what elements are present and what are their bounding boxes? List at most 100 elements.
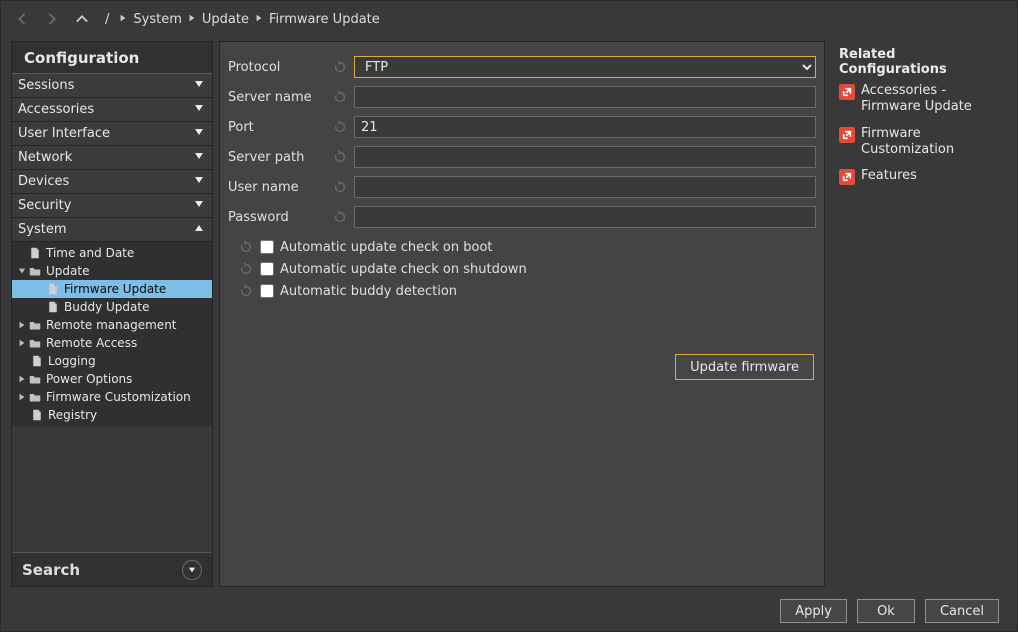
tree-power-options[interactable]: Power Options (12, 370, 212, 388)
system-tree: Time and Date Update Firmware Update Bud… (12, 242, 212, 426)
sidebar-cat-sessions[interactable]: Sessions (12, 74, 212, 98)
auto-update-boot-label: Automatic update check on boot (280, 240, 493, 255)
cat-label: Security (18, 198, 71, 213)
server-path-input[interactable] (354, 146, 816, 168)
protocol-select[interactable]: FTP (354, 56, 816, 78)
sidebar-cat-security[interactable]: Security (12, 194, 212, 218)
chevron-up-icon (194, 222, 204, 237)
search-bar[interactable]: Search (12, 552, 212, 586)
breadcrumb-firmware-update[interactable]: Firmware Update (269, 12, 380, 27)
related-item-accessories-firmware[interactable]: Accessories - Firmware Update (839, 83, 999, 116)
tree-label: Firmware Update (64, 282, 166, 296)
auto-update-shutdown-label: Automatic update check on shutdown (280, 262, 527, 277)
page-icon (46, 283, 60, 295)
tree-firmware-customization[interactable]: Firmware Customization (12, 388, 212, 406)
user-name-input[interactable] (354, 176, 816, 198)
sidebar-cat-accessories[interactable]: Accessories (12, 98, 212, 122)
page-icon (30, 355, 44, 367)
server-path-label: Server path (228, 150, 326, 165)
related-configurations: Related Configurations Accessories - Fir… (831, 41, 1007, 587)
twisty-open-icon[interactable] (16, 267, 28, 275)
tree-registry[interactable]: Registry (12, 406, 212, 424)
reset-icon[interactable] (332, 149, 348, 165)
chevron-down-icon (194, 78, 204, 93)
cat-label: System (18, 222, 66, 237)
auto-buddy-label: Automatic buddy detection (280, 284, 457, 299)
chevron-down-icon (194, 150, 204, 165)
nav-back-button[interactable] (9, 7, 35, 31)
page-icon (28, 247, 42, 259)
tree-remote-access[interactable]: Remote Access (12, 334, 212, 352)
reset-icon[interactable] (238, 283, 254, 299)
folder-icon (28, 265, 42, 277)
sidebar-cat-devices[interactable]: Devices (12, 170, 212, 194)
breadcrumb-update[interactable]: Update (202, 12, 249, 27)
tree-label: Time and Date (46, 246, 134, 260)
twisty-closed-icon[interactable] (16, 339, 28, 347)
cat-label: Network (18, 150, 72, 165)
page-icon (30, 409, 44, 421)
cancel-button[interactable]: Cancel (925, 599, 999, 623)
update-firmware-button[interactable]: Update firmware (675, 354, 814, 380)
tree-label: Firmware Customization (46, 390, 191, 404)
tree-label: Remote management (46, 318, 177, 332)
cat-label: Sessions (18, 78, 74, 93)
reset-icon[interactable] (238, 239, 254, 255)
protocol-label: Protocol (228, 60, 326, 75)
reset-icon[interactable] (332, 89, 348, 105)
twisty-closed-icon[interactable] (16, 393, 28, 401)
breadcrumb-system[interactable]: System (133, 12, 181, 27)
port-input[interactable] (354, 116, 816, 138)
search-expand-button[interactable] (182, 560, 202, 580)
port-label: Port (228, 120, 326, 135)
chevron-right-icon (119, 13, 127, 26)
server-name-input[interactable] (354, 86, 816, 108)
nav-forward-button[interactable] (39, 7, 65, 31)
tree-time-and-date[interactable]: Time and Date (12, 244, 212, 262)
tree-label: Power Options (46, 372, 132, 386)
reset-icon[interactable] (332, 59, 348, 75)
page-icon (46, 301, 60, 313)
tree-label: Registry (48, 408, 97, 422)
folder-icon (28, 391, 42, 403)
tree-label: Logging (48, 354, 96, 368)
reset-icon[interactable] (332, 119, 348, 135)
related-item-features[interactable]: Features (839, 168, 999, 185)
tree-logging[interactable]: Logging (12, 352, 212, 370)
breadcrumb-root[interactable]: / (105, 12, 113, 27)
password-input[interactable] (354, 206, 816, 228)
sidebar: Configuration Sessions Accessories User … (11, 41, 213, 587)
tree-firmware-update[interactable]: Firmware Update (12, 280, 212, 298)
reset-icon[interactable] (238, 261, 254, 277)
ok-button[interactable]: Ok (857, 599, 915, 623)
auto-update-shutdown-checkbox[interactable] (260, 262, 274, 276)
tree-label: Buddy Update (64, 300, 149, 314)
twisty-closed-icon[interactable] (16, 375, 28, 383)
reset-icon[interactable] (332, 209, 348, 225)
related-label: Firmware Customization (861, 126, 999, 159)
tree-label: Remote Access (46, 336, 137, 350)
tree-buddy-update[interactable]: Buddy Update (12, 298, 212, 316)
chevron-down-icon (194, 174, 204, 189)
chevron-down-icon (194, 198, 204, 213)
auto-buddy-checkbox[interactable] (260, 284, 274, 298)
sidebar-cat-system[interactable]: System (12, 218, 212, 242)
tree-label: Update (46, 264, 89, 278)
reset-icon[interactable] (332, 179, 348, 195)
related-title: Related Configurations (839, 47, 999, 77)
folder-icon (28, 319, 42, 331)
search-label: Search (22, 561, 80, 579)
auto-update-boot-checkbox[interactable] (260, 240, 274, 254)
cat-label: Devices (18, 174, 69, 189)
external-link-icon (839, 84, 855, 100)
tree-update[interactable]: Update (12, 262, 212, 280)
related-item-firmware-customization[interactable]: Firmware Customization (839, 126, 999, 159)
sidebar-cat-user-interface[interactable]: User Interface (12, 122, 212, 146)
apply-button[interactable]: Apply (780, 599, 847, 623)
related-label: Features (861, 168, 917, 184)
sidebar-cat-network[interactable]: Network (12, 146, 212, 170)
external-link-icon (839, 127, 855, 143)
tree-remote-management[interactable]: Remote management (12, 316, 212, 334)
twisty-closed-icon[interactable] (16, 321, 28, 329)
nav-up-button[interactable] (69, 7, 95, 31)
